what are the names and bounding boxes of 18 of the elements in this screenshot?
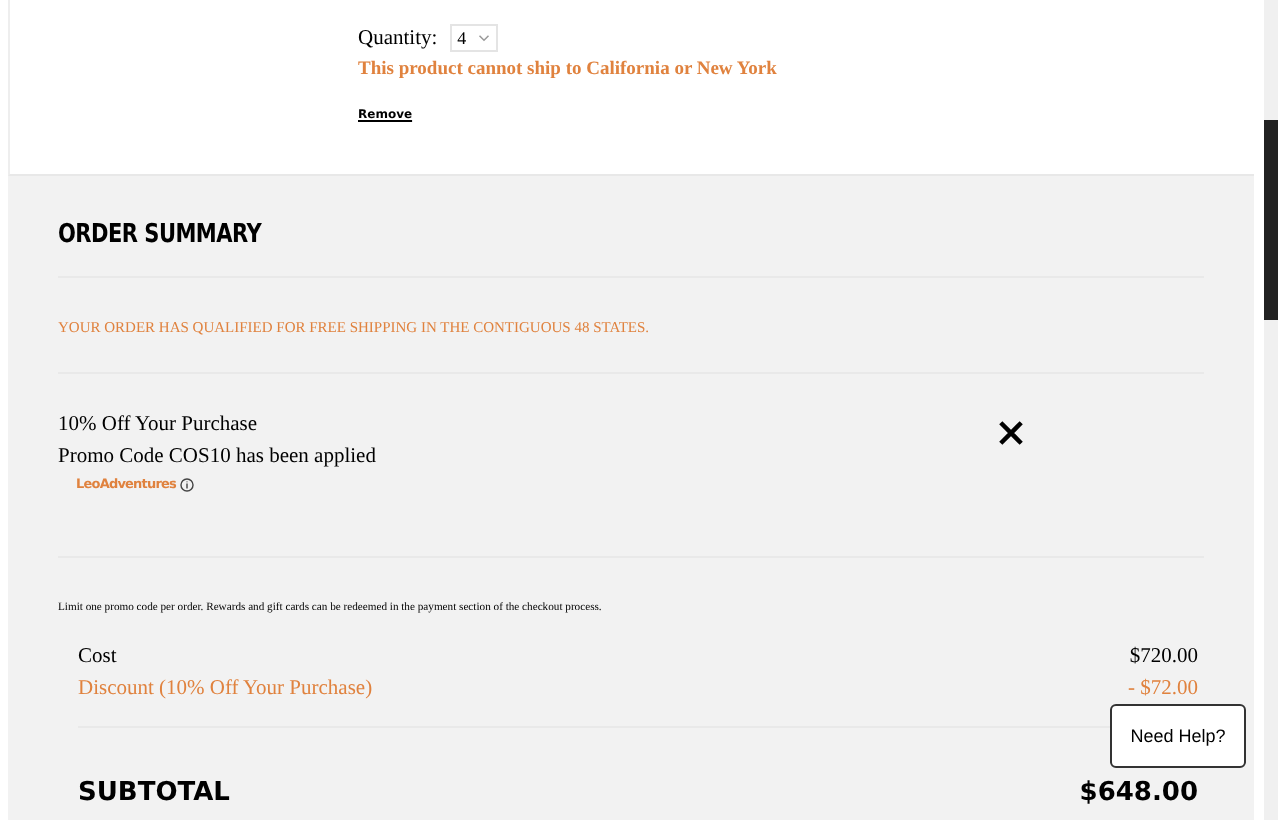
line-amount: $720.00 — [1129, 644, 1198, 672]
promo-status: Promo Code COS10 has been applied — [58, 444, 376, 472]
line-label: Cost — [78, 644, 117, 672]
scrollbar[interactable] — [1264, 0, 1278, 820]
help-button[interactable]: Need Help? — [1110, 704, 1246, 768]
info-icon[interactable] — [180, 477, 194, 491]
close-icon[interactable] — [998, 420, 1024, 446]
line-amount: - $72.00 — [1128, 676, 1198, 704]
subtotal-amount: $648.00 — [1079, 780, 1198, 808]
line-label: Discount (10% Off Your Purchase) — [78, 676, 373, 704]
quantity-select[interactable]: 4 — [449, 24, 499, 52]
subtotal-label: SUBTOTAL — [78, 780, 230, 808]
shipping-warning: This product cannot ship to California or New York — [358, 60, 779, 80]
scrollbar-thumb[interactable] — [1264, 120, 1278, 320]
chevron-down-icon — [478, 34, 491, 42]
order-summary-title: ORDER SUMMARY — [58, 220, 262, 250]
quantity-label: Quantity: — [358, 27, 438, 49]
promo-name: 10% Off Your Purchase — [58, 412, 260, 440]
